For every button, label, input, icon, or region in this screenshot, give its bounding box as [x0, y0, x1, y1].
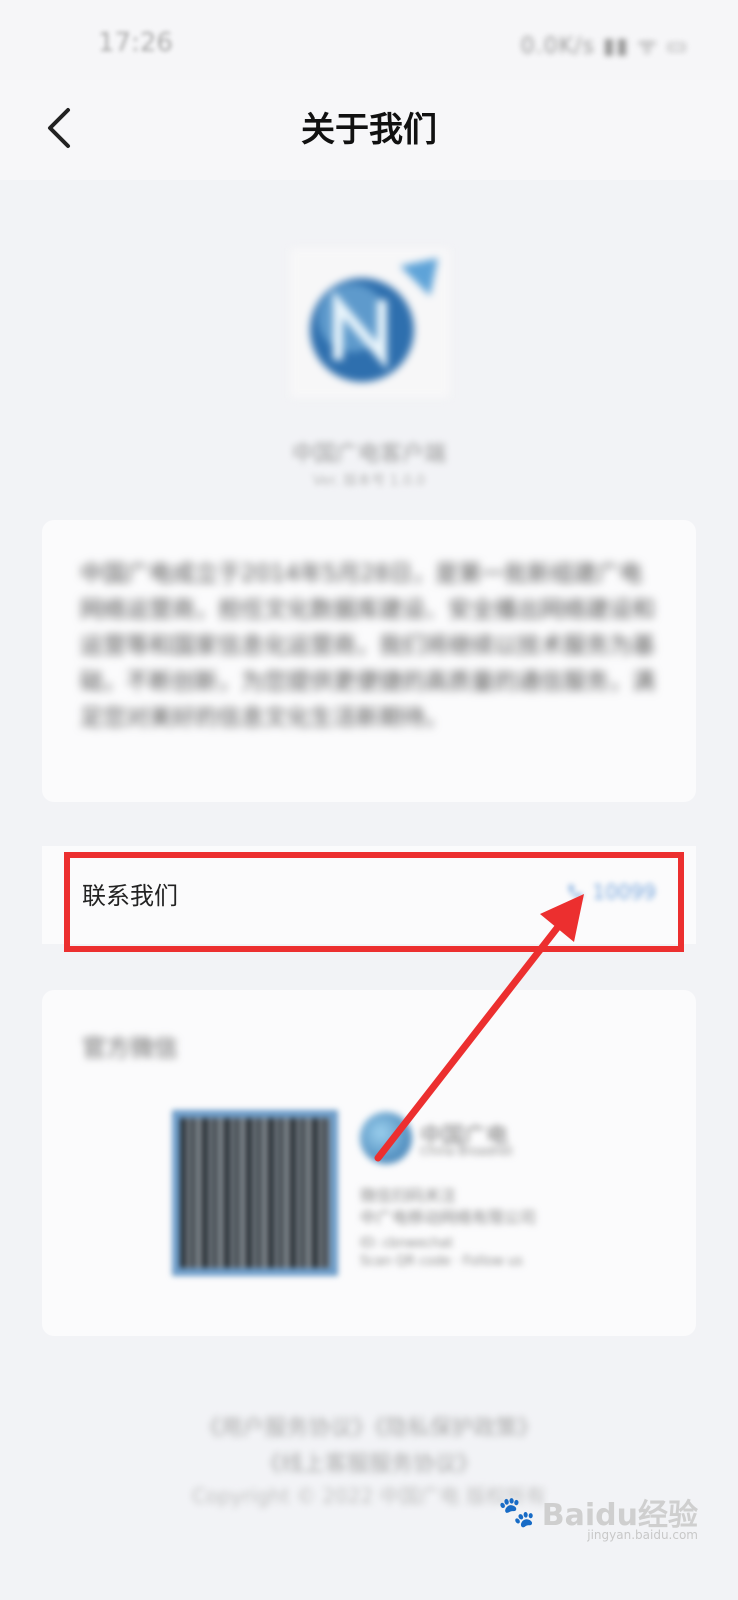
app-logo: [290, 248, 450, 398]
page-header: 关于我们: [0, 80, 738, 180]
wechat-qr-card: 官方微信 中国广电 China Broadnet 微信扫码关注 中广电移动网络有…: [42, 990, 696, 1336]
contact-phone-action[interactable]: 10099: [566, 880, 656, 904]
qr-code-image: [172, 1110, 338, 1276]
qr-info-line: 中广电移动网络有限公司: [360, 1208, 537, 1227]
description-text: 中国广电成立于2014年5月28日，是第一批新组建广电网络运营商，担任文化数据库…: [80, 561, 655, 731]
qr-info: 中国广电 China Broadnet 微信扫码关注 中广电移动网络有限公司 I…: [360, 1112, 570, 1272]
status-bar: 17:26 0.0K/s ▮▮ ᯤ ▭: [0, 0, 738, 80]
page-title: 关于我们: [301, 110, 437, 150]
footer-agreement-links-2[interactable]: 《线上客服服务协议》: [0, 1446, 738, 1478]
footer-agreement-links[interactable]: 《用户服务协议》《隐私保护政策》: [0, 1410, 738, 1442]
watermark-sub: jingyan.baidu.com: [587, 1528, 698, 1542]
qr-card-title: 官方微信: [82, 1034, 178, 1062]
contact-us-label: 联系我们: [82, 882, 178, 910]
phone-icon: [569, 885, 583, 899]
qr-info-line: Scan QR code · Follow us: [360, 1254, 523, 1269]
brand-mini-logo: [360, 1112, 412, 1164]
paw-icon: 🐾: [498, 1494, 536, 1530]
app-version: Ver. 版本号 1.0.0: [312, 473, 426, 489]
description-card: 中国广电成立于2014年5月28日，是第一批新组建广电网络运营商，担任文化数据库…: [42, 520, 696, 802]
contact-phone-number: 10099: [592, 880, 656, 904]
status-time: 17:26: [98, 28, 173, 58]
status-icons: 0.0K/s ▮▮ ᯤ ▭: [520, 34, 688, 59]
qr-brand-sub: China Broadnet: [420, 1144, 513, 1158]
baidu-watermark: 🐾 Baidu经验 jingyan.baidu.com: [498, 1490, 698, 1543]
qr-info-line: ID: cbnwechat: [360, 1236, 454, 1251]
qr-info-line: 微信扫码关注: [360, 1186, 457, 1205]
contact-us-row[interactable]: 联系我们 10099: [42, 846, 696, 944]
app-name: 中国广电客户端: [291, 442, 446, 467]
